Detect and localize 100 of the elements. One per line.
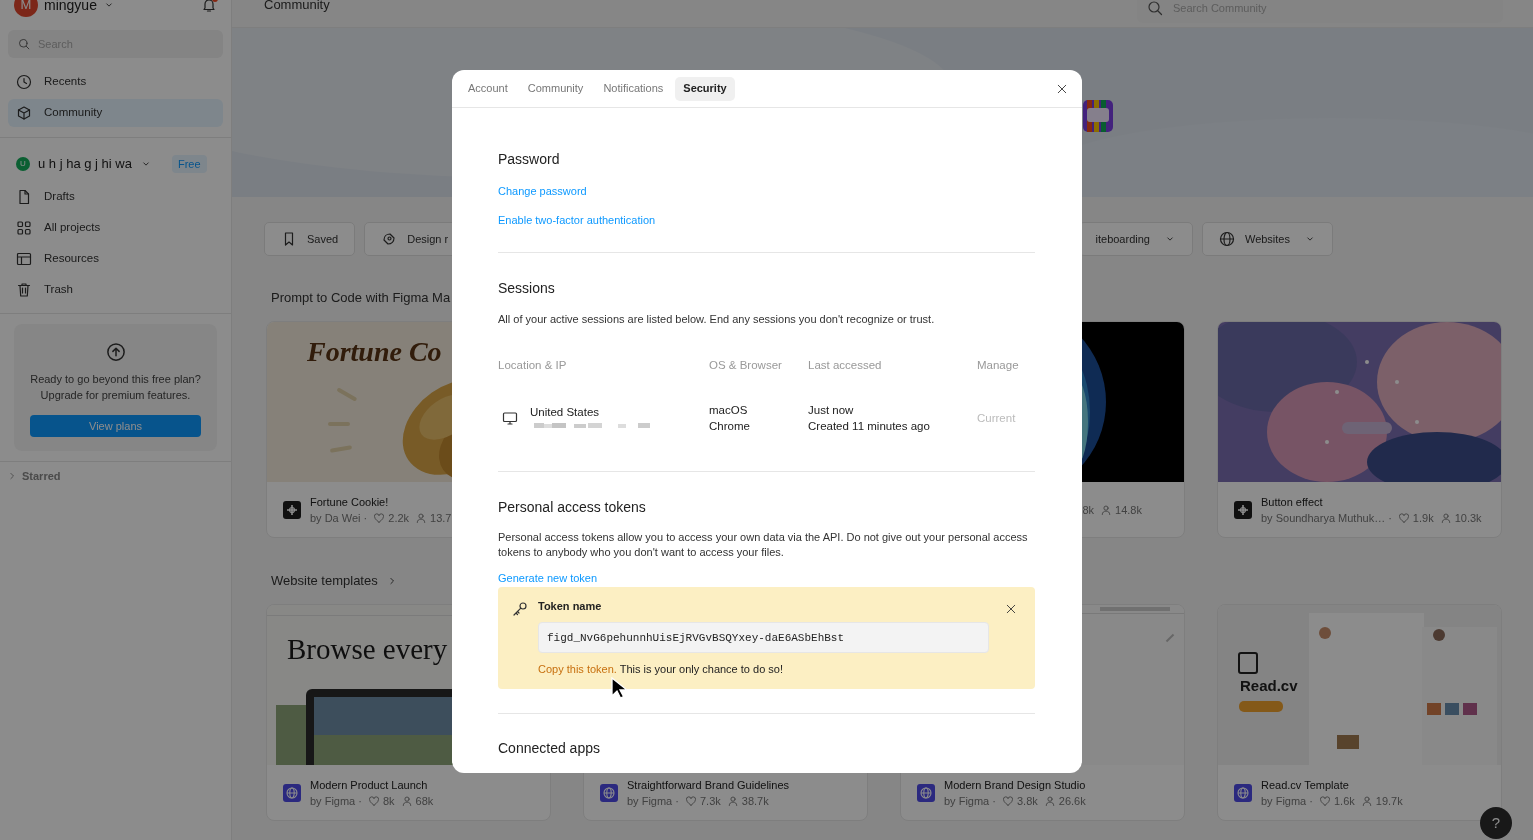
trash-icon	[16, 282, 32, 298]
user-icon	[1100, 503, 1113, 516]
table-cell-text: Just now	[808, 403, 855, 418]
section-heading: Sessions	[498, 279, 556, 298]
tab[interactable]: Security	[675, 76, 735, 101]
token-field[interactable]: figd_NvG6pehunnhUisEjRVGvBSQYxey-daE6ASbEhBst	[538, 622, 989, 653]
like-count: 3.8k	[1016, 793, 1038, 809]
card-title: Read.cv Template	[1261, 777, 1350, 793]
user-icon	[1360, 794, 1373, 807]
user-count: 19.7k	[1375, 793, 1403, 809]
table-cell-text: Current	[977, 411, 1017, 426]
sidebar-item[interactable]: All projects	[8, 214, 223, 242]
user-count: 26.6k	[1058, 793, 1086, 809]
table-cell-text: Chrome	[709, 419, 751, 434]
sidebar-item[interactable]: Resources	[8, 245, 223, 273]
close-icon	[1005, 603, 1017, 615]
clock-icon	[16, 74, 32, 90]
heart-icon	[373, 511, 386, 524]
section-heading: Password	[498, 150, 561, 169]
monitor-icon	[502, 410, 518, 426]
like-count: 8k	[1082, 502, 1095, 518]
user-icon	[726, 794, 739, 807]
globe-icon	[1234, 783, 1252, 802]
team-name[interactable]: u h j ha g j hi wa	[38, 154, 132, 174]
user-icon	[415, 511, 428, 524]
link[interactable]: Generate new token	[498, 570, 598, 586]
like-count: 7.3k	[699, 793, 721, 809]
key-icon	[512, 601, 528, 617]
user-count: 14.8k	[1115, 502, 1142, 518]
card-title: Fortune Cookie!	[310, 494, 390, 510]
card-title: Button effect	[1261, 494, 1324, 510]
author-text: by Figma ·	[944, 793, 996, 809]
thumbnail-title: Fortune Co	[307, 336, 442, 368]
box-icon	[16, 105, 32, 121]
user-icon	[400, 794, 413, 807]
heart-icon	[1001, 794, 1014, 807]
avatar[interactable]: M	[14, 0, 38, 17]
sidebar-item[interactable]: Trash	[8, 276, 223, 304]
author-text: by Figma ·	[627, 793, 679, 809]
author-text: by Soundharya Muthuk… ·	[1261, 510, 1392, 526]
team-avatar: U	[16, 157, 30, 171]
author-text: by Da Wei ·	[310, 510, 368, 526]
arrow-up-icon	[105, 342, 126, 362]
like-count: 8k	[382, 793, 395, 809]
column-header: OS & Browser	[709, 358, 783, 373]
user-icon	[1439, 511, 1452, 524]
author-text: by Figma ·	[1261, 793, 1313, 809]
bell-icon	[201, 0, 217, 13]
like-count: 2.2k	[388, 510, 410, 526]
sidebar-item[interactable]: Drafts	[8, 183, 223, 211]
help-button[interactable]: ?	[1480, 807, 1512, 839]
tab[interactable]: Account	[460, 76, 516, 101]
upgrade-text: Ready to go beyond this free plan? Upgrade for premium features.	[30, 372, 201, 403]
thumbnail-title: Browse every	[287, 633, 448, 666]
heart-icon	[367, 794, 380, 807]
cursor-icon	[610, 677, 630, 701]
thumbnail-title: Read.cv	[1240, 677, 1298, 694]
plan-badge: Free	[171, 154, 207, 174]
link[interactable]: Change password	[498, 183, 587, 199]
user-count: 13.7	[430, 510, 452, 526]
user-count: 68k	[415, 793, 434, 809]
globe-icon	[1218, 231, 1235, 247]
section-title[interactable]: Website templates	[271, 571, 378, 591]
user-icon	[1043, 794, 1056, 807]
plugin-icon	[1234, 500, 1252, 519]
sidebar-item[interactable]: Community	[8, 99, 223, 127]
card[interactable]: Button effect by Soundharya Muthuk… · 1.9k 10.3k	[1217, 321, 1502, 538]
page-title: Community	[264, 0, 330, 14]
table-cell-text: macOS	[709, 403, 749, 418]
column-header: Manage	[977, 358, 1020, 373]
author-text: by Figma ·	[310, 793, 362, 809]
like-count: 1.6k	[1333, 793, 1355, 809]
sidebar-item[interactable]: Recents	[8, 68, 223, 96]
card-title: Straightforward Brand Guidelines	[627, 777, 790, 793]
starred-section[interactable]: Starred	[0, 462, 231, 491]
card-title: Modern Brand Design Studio	[944, 777, 1086, 793]
like-count: 1.9k	[1412, 510, 1434, 526]
heart-icon	[1397, 511, 1410, 524]
heart-icon	[1318, 794, 1331, 807]
filter-button[interactable]: Saved	[264, 222, 356, 256]
user-count: 10.3k	[1454, 510, 1482, 526]
globe-icon	[283, 783, 301, 802]
table-cell-text: Created 11 minutes ago	[808, 419, 931, 434]
column-header: Last accessed	[808, 358, 883, 373]
close-icon	[1056, 82, 1068, 95]
card-title: Modern Product Launch	[310, 777, 429, 793]
layout-icon	[16, 251, 32, 267]
heart-icon	[684, 794, 697, 807]
tab[interactable]: Community	[519, 76, 592, 101]
section-title[interactable]: Prompt to Code with Figma Ma	[271, 288, 451, 308]
account-name[interactable]: mingyue	[44, 0, 97, 16]
tab[interactable]: Notifications	[595, 76, 672, 101]
globe-icon	[917, 783, 935, 802]
user-count: 38.7k	[741, 793, 769, 809]
link[interactable]: Enable two-factor authentication	[498, 212, 656, 228]
plugin-icon	[283, 500, 301, 519]
grid-icon	[16, 220, 32, 236]
filter-button[interactable]: Websites	[1201, 222, 1333, 256]
globe-icon	[600, 783, 618, 802]
file-icon	[16, 189, 32, 205]
